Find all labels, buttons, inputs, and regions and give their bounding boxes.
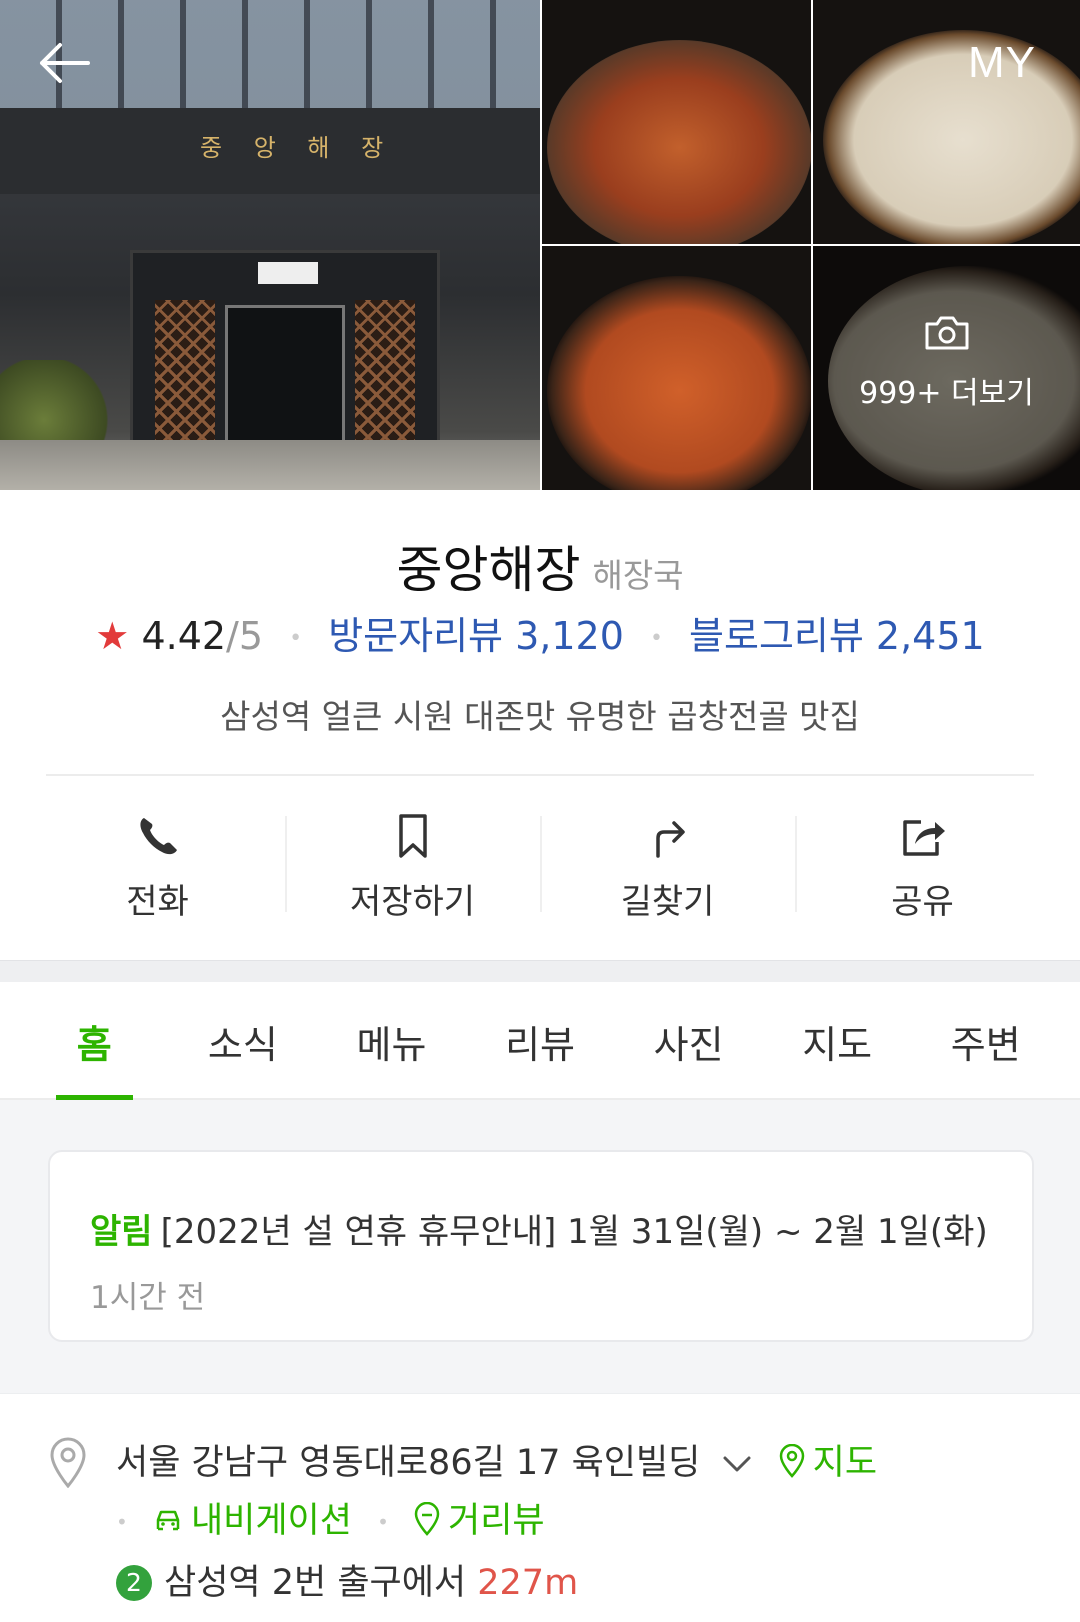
subway-line-badge: 2	[116, 1565, 152, 1601]
bowl	[547, 40, 811, 244]
navigation-link[interactable]: 내비게이션	[153, 1501, 363, 1541]
door-sign	[258, 262, 318, 284]
directions-label: 길찾기	[620, 882, 715, 922]
rating-row: ★ 4.42/5 • 방문자리뷰 3,120 • 블로그리뷰 2,451	[0, 605, 1080, 660]
map-pin-icon	[779, 1444, 804, 1478]
car-icon	[156, 1510, 180, 1531]
address-line: 서울 강남구 영동대로86길 17 육인빌딩 지도	[116, 1434, 877, 1485]
glass-door	[225, 305, 345, 460]
subway-distance: 227m	[477, 1563, 579, 1603]
tab-menu[interactable]: 메뉴	[317, 982, 466, 1098]
tab-photos[interactable]: 사진	[614, 982, 763, 1098]
back-arrow-icon[interactable]	[34, 38, 94, 88]
tab-bar: 홈 소식 메뉴 리뷰 사진 지도 주변	[0, 982, 1080, 1100]
section-gap	[0, 960, 1080, 982]
share-label: 공유	[891, 882, 954, 922]
notice-line: 알림 [2022년 설 연휴 휴무안내] 1월 31일(월) ~ 2월 1일(화)	[90, 1204, 988, 1253]
call-label: 전화	[126, 882, 189, 922]
navigation-label: 내비게이션	[190, 1501, 352, 1541]
place-title-row: 중앙해장 해장국	[0, 530, 1080, 602]
star-icon: ★	[95, 614, 130, 658]
dot-separator: •	[377, 1510, 389, 1534]
notice-time: 1시간 전	[90, 1280, 206, 1316]
more-photos-button[interactable]: 999+ 더보기	[813, 246, 1080, 490]
storefront-sign-text: 중 앙 해 장	[200, 134, 396, 162]
location-pin-icon	[50, 1437, 86, 1488]
photo-gallery: 중 앙 해 장 999+ 더보기 MY	[0, 0, 1080, 490]
call-button[interactable]: 전화	[30, 800, 285, 930]
tab-reviews[interactable]: 리뷰	[466, 982, 615, 1098]
my-button[interactable]: MY	[968, 38, 1036, 88]
directions-button[interactable]: 길찾기	[540, 800, 795, 930]
address-section: 서울 강남구 영동대로86길 17 육인빌딩 지도 • 내비게이션 • 거리뷰	[0, 1393, 1080, 1622]
place-name: 중앙해장	[396, 541, 581, 599]
camera-icon	[925, 316, 968, 350]
notice-text: [2022년 설 연휴 휴무안내] 1월 31일(월) ~ 2월 1일(화)	[160, 1212, 988, 1252]
bowl	[547, 276, 811, 490]
bowl	[823, 30, 1080, 244]
action-bar: 전화 저장하기 길찾기 공유	[30, 800, 1050, 930]
save-button[interactable]: 저장하기	[285, 800, 540, 930]
share-icon	[902, 820, 945, 856]
streetview-label: 거리뷰	[448, 1501, 545, 1541]
dot-separator: •	[289, 626, 303, 651]
streetview-link[interactable]: 거리뷰	[414, 1501, 545, 1541]
divider	[46, 774, 1034, 776]
dot-separator: •	[116, 1510, 128, 1534]
tab-map[interactable]: 지도	[763, 982, 912, 1098]
address-links: • 내비게이션 • 거리뷰	[116, 1492, 545, 1543]
rating-max: /5	[226, 614, 264, 658]
sidewalk	[0, 440, 540, 490]
food-photo-gopchang-jeongol[interactable]	[542, 0, 811, 244]
phone-icon	[139, 818, 177, 855]
map-link-label: 지도	[812, 1443, 878, 1483]
notice-tag: 알림	[90, 1212, 153, 1252]
tab-news[interactable]: 소식	[169, 982, 318, 1098]
place-category: 해장국	[592, 556, 684, 595]
streetview-pin-icon	[414, 1502, 440, 1536]
chevron-down-icon[interactable]	[722, 1454, 752, 1474]
lattice-left	[155, 300, 215, 460]
subway-info: 2 삼성역 2번 출구에서 227m	[116, 1554, 578, 1605]
save-label: 저장하기	[349, 882, 476, 922]
directions-icon	[655, 821, 685, 858]
tab-nearby[interactable]: 주변	[911, 982, 1060, 1098]
more-photos-overlay: 999+ 더보기	[813, 314, 1080, 412]
food-photo-white-soup[interactable]	[813, 0, 1080, 244]
place-description: 삼성역 얼큰 시원 대존맛 유명한 곱창전골 맛집	[220, 697, 860, 736]
share-button[interactable]: 공유	[795, 800, 1050, 930]
tab-home[interactable]: 홈	[20, 982, 169, 1100]
more-photos-label: 999+ 더보기	[859, 376, 1034, 411]
notice-section: 알림 [2022년 설 연휴 휴무안내] 1월 31일(월) ~ 2월 1일(화)…	[0, 1100, 1080, 1393]
food-photo-red-soup[interactable]	[542, 246, 811, 490]
dot-separator: •	[649, 626, 663, 651]
rating-value: 4.42	[141, 614, 227, 658]
notice-card[interactable]: 알림 [2022년 설 연휴 휴무안내] 1월 31일(월) ~ 2월 1일(화)…	[48, 1150, 1034, 1342]
address-text[interactable]: 서울 강남구 영동대로86길 17 육인빌딩	[116, 1443, 700, 1483]
map-link[interactable]: 지도	[779, 1443, 877, 1483]
bookmark-icon	[398, 814, 427, 858]
visitor-reviews-link[interactable]: 방문자리뷰 3,120	[328, 614, 624, 658]
lattice-right	[355, 300, 415, 460]
blog-reviews-link[interactable]: 블로그리뷰 2,451	[689, 614, 985, 658]
subway-text: 삼성역 2번 출구에서	[164, 1563, 467, 1603]
